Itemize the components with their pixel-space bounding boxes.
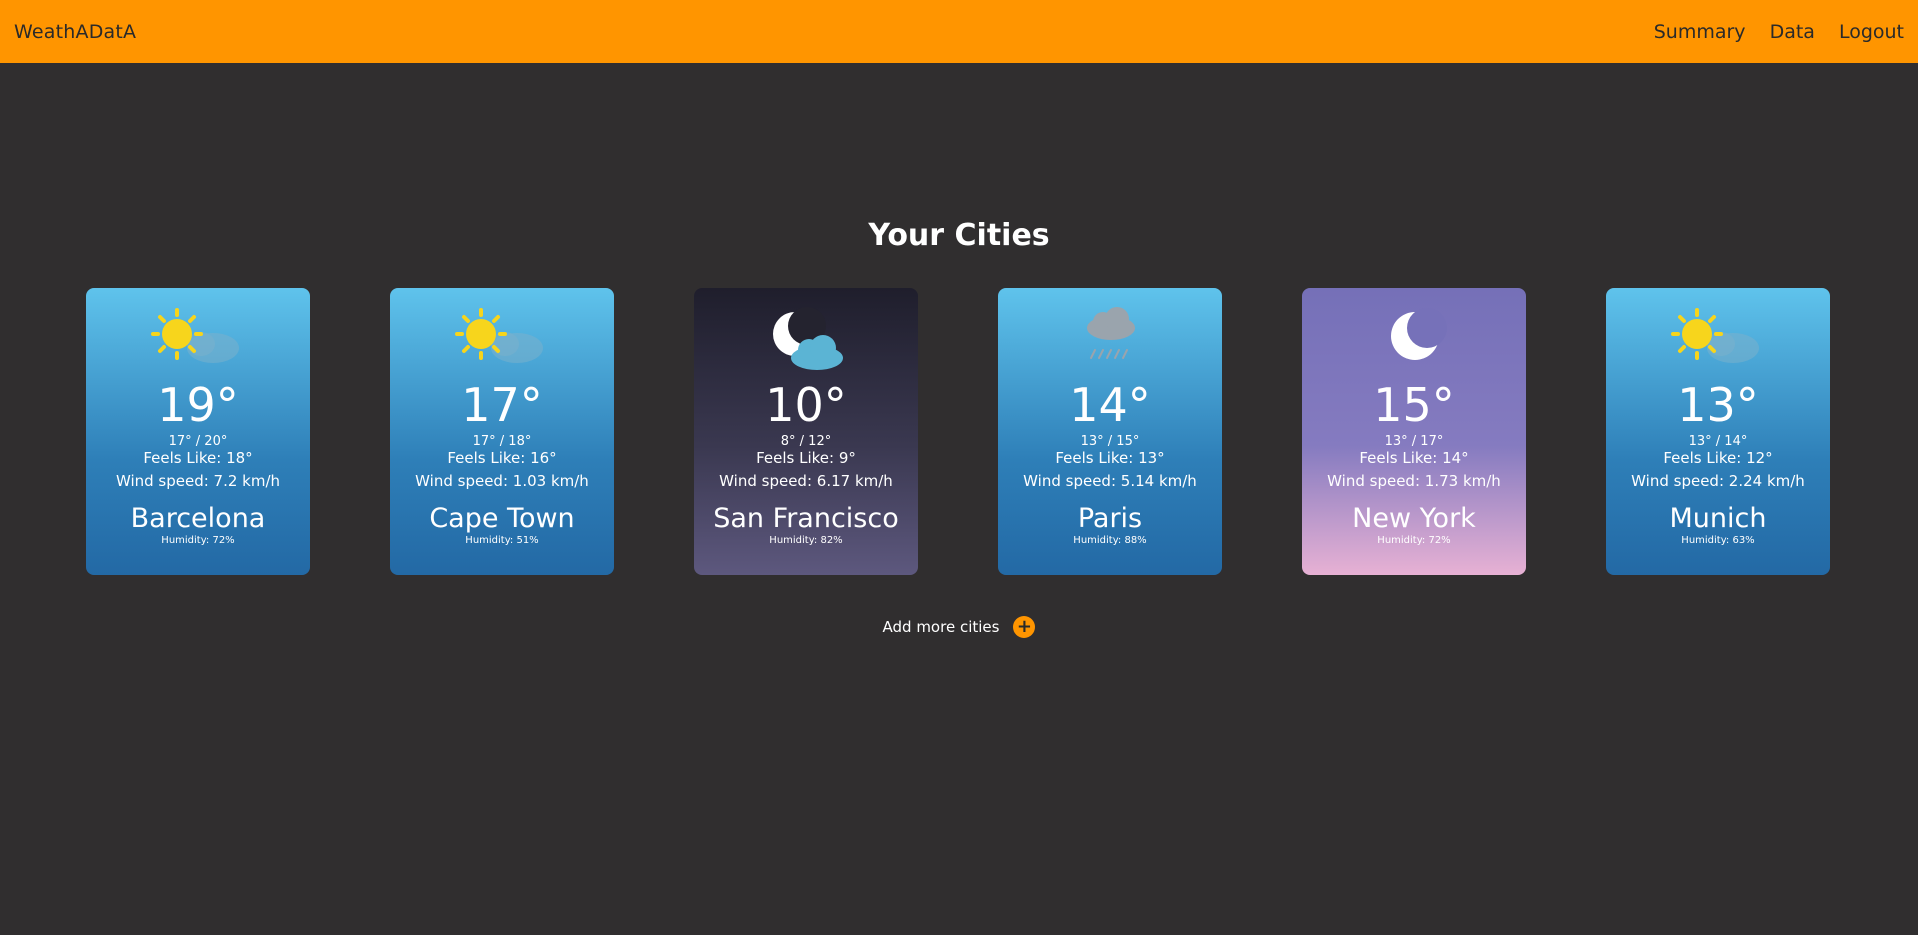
temperature: 17°: [461, 378, 543, 432]
humidity: Humidity: 72%: [1377, 535, 1451, 546]
city-card-paris[interactable]: 14° 13° / 15° Feels Like: 13° Wind speed…: [998, 288, 1222, 575]
wind-speed: Wind speed: 6.17 km/h: [719, 472, 893, 490]
temp-range: 13° / 17°: [1384, 434, 1444, 449]
humidity: Humidity: 51%: [465, 535, 539, 546]
nav-logout-link[interactable]: Logout: [1839, 21, 1904, 43]
rain-cloud-icon: [998, 306, 1222, 376]
add-more-cities-label[interactable]: Add more cities: [883, 618, 1000, 636]
temperature: 19°: [157, 378, 239, 432]
city-name: Paris: [1077, 503, 1143, 534]
humidity: Humidity: 88%: [1073, 535, 1147, 546]
sun-cloud-icon: [1606, 306, 1830, 376]
humidity: Humidity: 63%: [1681, 535, 1755, 546]
temp-range: 17° / 20°: [168, 434, 228, 449]
page-title: Your Cities: [868, 218, 1050, 253]
navbar: WeathADatA Summary Data Logout: [0, 0, 1918, 63]
temp-range: 13° / 14°: [1688, 434, 1748, 449]
feels-like: Feels Like: 16°: [447, 449, 557, 467]
temperature: 13°: [1677, 378, 1759, 432]
moon-cloud-icon: [694, 306, 918, 376]
feels-like: Feels Like: 18°: [143, 449, 253, 467]
city-card-munich[interactable]: 13° 13° / 14° Feels Like: 12° Wind speed…: [1606, 288, 1830, 575]
city-cards: 19° 17° / 20° Feels Like: 18° Wind speed…: [86, 288, 1830, 575]
city-card-cape-town[interactable]: 17° 17° / 18° Feels Like: 16° Wind speed…: [390, 288, 614, 575]
wind-speed: Wind speed: 2.24 km/h: [1631, 472, 1805, 490]
feels-like: Feels Like: 13°: [1055, 449, 1165, 467]
moon-icon: [1302, 306, 1526, 376]
nav-data-link[interactable]: Data: [1770, 21, 1815, 43]
nav-links: Summary Data Logout: [1654, 21, 1904, 43]
city-name: San Francisco: [713, 503, 899, 534]
nav-summary-link[interactable]: Summary: [1654, 21, 1746, 43]
temp-range: 13° / 15°: [1080, 434, 1140, 449]
temp-range: 17° / 18°: [472, 434, 532, 449]
temperature: 15°: [1373, 378, 1455, 432]
humidity: Humidity: 72%: [161, 535, 235, 546]
city-name: Barcelona: [130, 503, 266, 534]
wind-speed: Wind speed: 1.73 km/h: [1327, 472, 1501, 490]
temperature: 14°: [1069, 378, 1151, 432]
city-name: New York: [1352, 503, 1476, 534]
city-name: Munich: [1669, 503, 1767, 534]
wind-speed: Wind speed: 1.03 km/h: [415, 472, 589, 490]
city-name: Cape Town: [429, 503, 575, 534]
brand-logo[interactable]: WeathADatA: [14, 21, 136, 43]
add-cities-row: Add more cities +: [0, 616, 1918, 638]
feels-like: Feels Like: 12°: [1663, 449, 1773, 467]
city-card-barcelona[interactable]: 19° 17° / 20° Feels Like: 18° Wind speed…: [86, 288, 310, 575]
wind-speed: Wind speed: 5.14 km/h: [1023, 472, 1197, 490]
city-card-new-york[interactable]: 15° 13° / 17° Feels Like: 14° Wind speed…: [1302, 288, 1526, 575]
add-city-button[interactable]: +: [1013, 616, 1036, 638]
temp-range: 8° / 12°: [780, 434, 832, 449]
sun-cloud-icon: [86, 306, 310, 376]
temperature: 10°: [765, 378, 847, 432]
feels-like: Feels Like: 14°: [1359, 449, 1469, 467]
sun-cloud-icon: [390, 306, 614, 376]
wind-speed: Wind speed: 7.2 km/h: [115, 472, 281, 490]
city-card-san-francisco[interactable]: 10° 8° / 12° Feels Like: 9° Wind speed: …: [694, 288, 918, 575]
plus-icon: +: [1016, 616, 1033, 637]
humidity: Humidity: 82%: [769, 535, 843, 546]
feels-like: Feels Like: 9°: [756, 449, 856, 467]
